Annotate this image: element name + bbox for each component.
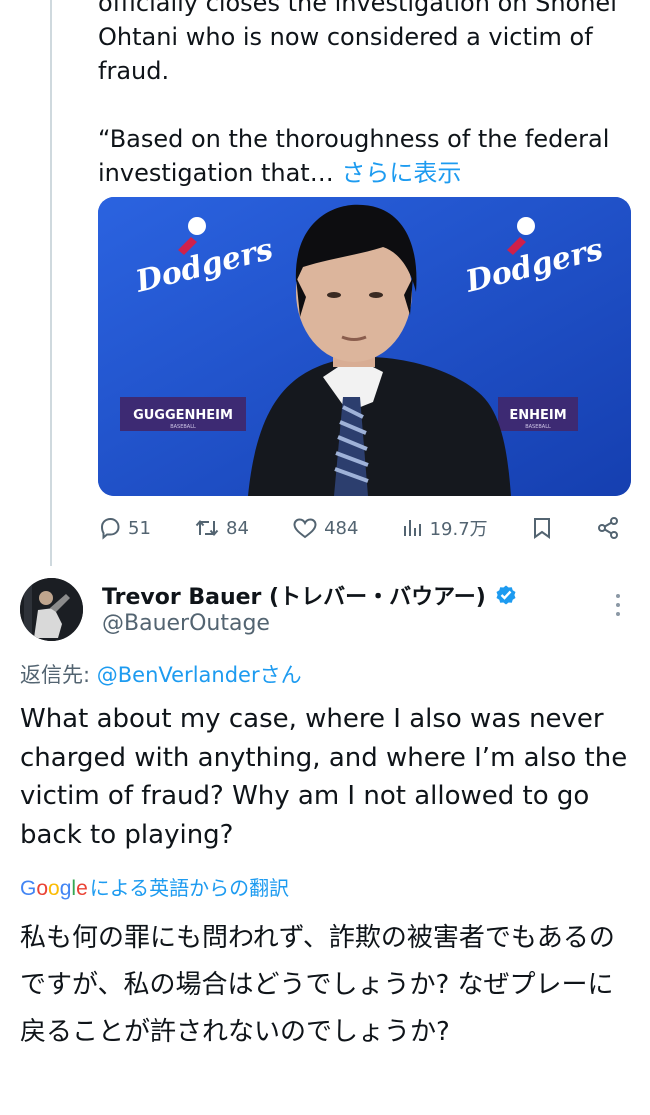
replying-to-mention[interactable]: @BenVerlanderさん <box>97 663 302 687</box>
svg-text:BASEBALL: BASEBALL <box>170 424 196 430</box>
tweet-media-image[interactable]: Dodgers Dodgers GUGGENHEIM BASEBALL ENHE… <box>98 197 631 496</box>
show-more-link[interactable]: さらに表示 <box>341 159 461 187</box>
analytics-icon <box>403 520 421 536</box>
svg-text:BASEBALL: BASEBALL <box>525 424 551 430</box>
author-name-row: Trevor Bauer (トレバー・バウアー) <box>102 579 518 611</box>
share-icon <box>597 517 618 539</box>
reply-count: 51 <box>128 517 151 539</box>
like-count: 484 <box>324 517 359 539</box>
tweet-text-quote-line-2: investigation that… さらに表示 <box>98 156 618 190</box>
reply-icon <box>100 517 120 540</box>
repost-count: 84 <box>226 517 249 539</box>
tweet-text-quote-fragment: investigation that… <box>98 159 334 187</box>
repost-button[interactable]: 84 <box>194 516 249 540</box>
bookmark-icon <box>533 518 550 539</box>
svg-text:GUGGENHEIM: GUGGENHEIM <box>133 408 233 423</box>
thread-connector-line <box>50 0 52 566</box>
heart-icon <box>293 518 317 539</box>
google-logo: Google <box>20 877 88 900</box>
replying-to: 返信先: @BenVerlanderさん <box>20 659 302 689</box>
more-options-icon[interactable] <box>608 590 628 620</box>
translation-label: による英語からの翻訳 <box>89 876 290 900</box>
translated-tweet-text: 私も何の罪にも問われず、詐欺の被害者でもあるのですが、私の場合はどうでしょうか?… <box>20 923 615 1047</box>
avatar-photo <box>20 578 83 641</box>
tweet-text-line-3: fraud. <box>98 57 170 85</box>
verified-badge-icon <box>496 585 516 605</box>
replying-to-label: 返信先: <box>20 663 97 687</box>
sponsor-sign-right: ENHEIM BASEBALL <box>498 397 578 431</box>
tweet-text-line-1: officially closes the investigation on S… <box>98 0 617 17</box>
repost-icon <box>195 519 219 537</box>
tweet-text-quote-line-1: “Based on the thoroughness of the federa… <box>98 125 610 153</box>
tweet-text-line-2: Ohtani who is now considered a victim of <box>98 23 593 51</box>
share-button[interactable] <box>596 516 620 540</box>
views-button[interactable]: 19.7万 <box>402 515 488 541</box>
reply-tweet-text: What about my case, where I also was nev… <box>20 704 628 850</box>
press-conference-photo: Dodgers Dodgers GUGGENHEIM BASEBALL ENHE… <box>98 197 631 496</box>
author-handle[interactable]: @BauerOutage <box>102 611 270 636</box>
sponsor-sign-left: GUGGENHEIM BASEBALL <box>120 397 246 431</box>
tweet-actions-bar: 51 84 484 19.7万 <box>98 510 620 546</box>
like-button[interactable]: 484 <box>292 516 358 540</box>
translation-attribution[interactable]: Google による英語からの翻訳 <box>20 872 289 901</box>
bookmark-button[interactable] <box>531 516 553 540</box>
reply-button[interactable]: 51 <box>98 516 151 540</box>
svg-text:ENHEIM: ENHEIM <box>509 408 566 423</box>
display-name[interactable]: Trevor Bauer (トレバー・バウアー) <box>102 579 486 611</box>
view-count: 19.7万 <box>429 519 488 540</box>
avatar[interactable] <box>20 578 83 641</box>
tweet-text: officially closes the investigation on S… <box>98 0 618 190</box>
